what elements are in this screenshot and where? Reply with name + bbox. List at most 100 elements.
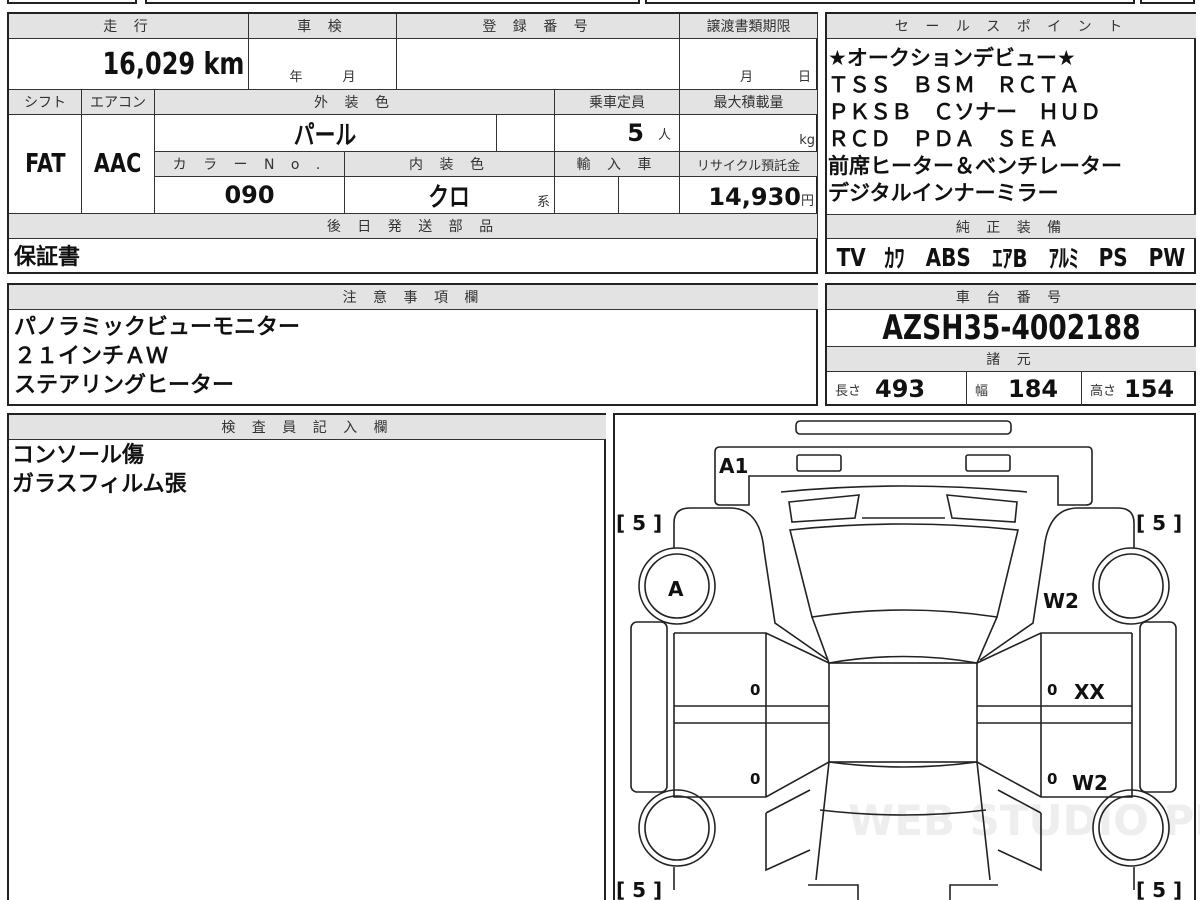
equipment-item: PS	[1098, 242, 1128, 272]
mark-left-rear-door: 0	[750, 770, 760, 788]
equipment-header: 純 正 装 備	[827, 214, 1196, 239]
equipment-item: ABS	[925, 242, 971, 272]
recycle-value: 14,930 円	[680, 177, 818, 214]
capacity-header: 乗車定員	[555, 90, 680, 115]
length-value: 493	[875, 375, 926, 403]
exterior-color-extra	[497, 115, 555, 152]
notes-panel: 注 意 事 項 欄 パノラミックビューモニター ２１インチＡＷ ステアリングヒー…	[7, 283, 818, 406]
width-label: 幅	[975, 383, 989, 399]
sales-point-line: 前席ヒーター＆ベンチレーター	[828, 154, 1122, 178]
windshield	[811, 616, 998, 664]
import-value-a	[555, 177, 619, 214]
mark-right-front-door-num: 0	[1047, 681, 1057, 699]
notes-header: 注 意 事 項 欄	[9, 285, 818, 310]
chassis-header: 車 台 番 号	[827, 285, 1196, 310]
mark-right-rear-door-num: 0	[1047, 770, 1057, 788]
inspection-value: 年月	[249, 39, 397, 90]
sales-point-line: ＲＣＤ ＰＤＡ ＳＥＡ	[828, 127, 1059, 151]
aircon-value: AAC	[82, 115, 155, 214]
height-value: 154	[1124, 375, 1175, 403]
notes-line: パノラミックビューモニター	[14, 315, 301, 340]
import-header: 輸 入 車	[555, 152, 680, 177]
mark-left-front-door: 0	[750, 681, 760, 699]
color-no-value: 090	[155, 177, 345, 214]
mileage-value: 16,029 km	[9, 39, 249, 90]
top-cell	[145, 0, 640, 4]
max-load-value: kg	[680, 115, 818, 152]
rear-bumper-top	[795, 420, 1012, 435]
mark-front-left-wheel: A	[668, 577, 684, 601]
mileage-header: 走 行	[9, 14, 249, 39]
mark-right-rear-door: W2	[1072, 771, 1108, 795]
equipment-item: TV	[836, 242, 866, 272]
interior-color-header: 内 装 色	[345, 152, 555, 177]
interior-color-text: クロ	[428, 182, 471, 213]
max-load-header: 最大積載量	[680, 90, 818, 115]
capacity-text: 5	[627, 119, 644, 147]
chassis-number-text: AZSH35-4002188	[882, 310, 1141, 347]
inspection-header: 車 検	[249, 14, 397, 39]
car-diagram: WEB STUDIO PRO A1 A W2 XX W2 0 0 0 0 [ 5…	[616, 420, 1200, 900]
aircon-text: AAC	[94, 149, 142, 179]
sales-points-header: セ ー ル ス ポ イ ン ト	[827, 14, 1196, 39]
equipment-list: TV ｶﾜ ABS ｴｱB ｱﾙﾐ PS PW	[827, 240, 1196, 274]
wheel-front-right	[1092, 547, 1170, 625]
sales-point-line: ★オークションデビュー★	[828, 46, 1076, 70]
equipment-item: ｶﾜ	[884, 244, 905, 273]
recycle-header: リサイクル預託金	[680, 152, 818, 177]
inspector-line: コンソール傷	[12, 443, 145, 468]
mark-right-front-door: XX	[1074, 680, 1105, 704]
front-bumper	[714, 446, 1093, 506]
later-parts-value: 保証書	[14, 245, 81, 270]
month-unit: 月	[342, 70, 356, 85]
front-fenders	[673, 507, 1135, 661]
month-unit: 月	[739, 70, 753, 85]
height-label: 高さ	[1090, 383, 1117, 399]
recycle-text: 14,930	[708, 183, 801, 211]
length-label: 長さ	[835, 383, 862, 399]
sales-point-line: ＴＳＳ ＢＳＭ ＲＣＴＡ	[828, 73, 1080, 97]
equipment-item: ｱﾙﾐ	[1048, 244, 1079, 273]
wheel-rear-left	[638, 789, 716, 867]
equipment-item: PW	[1148, 242, 1186, 272]
vehicle-info-panel: 走 行 車 検 登 録 番 号 譲渡書類期限 16,029 km 年月 月日 シ…	[7, 12, 818, 274]
side-step-left	[630, 621, 668, 793]
deadline-header: 譲渡書類期限	[680, 14, 818, 39]
tire-tread-rear-left: [ 5 ]	[616, 878, 662, 900]
day-unit: 日	[797, 70, 811, 85]
hood	[780, 485, 1028, 618]
exterior-color-text: パール	[294, 120, 357, 151]
notes-line: ２１インチＡＷ	[14, 344, 169, 369]
spec-header: 諸 元	[827, 347, 1196, 372]
tire-tread-rear-right: [ 5 ]	[1136, 878, 1182, 900]
side-step-right	[1139, 621, 1177, 793]
import-value-b	[619, 177, 680, 214]
interior-suffix: 系	[536, 195, 550, 210]
top-cell	[7, 0, 137, 4]
sales-points-panel: セ ー ル ス ポ イ ン ト ★オークションデビュー★ ＴＳＳ ＢＳＭ ＲＣＴ…	[825, 12, 1196, 274]
tire-tread-front-right: [ 5 ]	[1136, 511, 1182, 535]
mark-front-bumper: A1	[719, 454, 748, 478]
inspector-panel: 検 査 員 記 入 欄 コンソール傷 ガラスフィルム張	[7, 413, 606, 900]
capacity-value: 5人	[555, 115, 680, 152]
mileage-text: 16,029 km	[102, 46, 244, 82]
year-unit: 年	[289, 70, 303, 85]
capacity-unit: 人	[657, 127, 671, 143]
shift-header: シフト	[9, 90, 82, 115]
shift-text: FAT	[24, 149, 66, 179]
color-no-header: カ ラ ー N o .	[155, 152, 345, 177]
chassis-panel: 車 台 番 号 AZSH35-4002188 諸 元 長さ 493 幅 184 高さ…	[825, 283, 1196, 406]
later-parts-header: 後 日 発 送 部 品	[9, 214, 818, 239]
tire-tread-front-left: [ 5 ]	[616, 511, 662, 535]
deadline-value: 月日	[680, 39, 818, 90]
headlight-right	[965, 454, 1011, 472]
length-cell: 長さ 493	[827, 372, 967, 406]
width-value: 184	[1008, 375, 1059, 403]
aircon-header: エアコン	[82, 90, 155, 115]
mark-front-right-fender: W2	[1043, 589, 1079, 613]
height-cell: 高さ 154	[1082, 372, 1196, 406]
exterior-color-value: パール	[155, 115, 497, 152]
equipment-item: ｴｱB	[992, 244, 1029, 273]
notes-line: ステアリングヒーター	[14, 373, 235, 398]
interior-color-value: クロ 系	[345, 177, 555, 214]
